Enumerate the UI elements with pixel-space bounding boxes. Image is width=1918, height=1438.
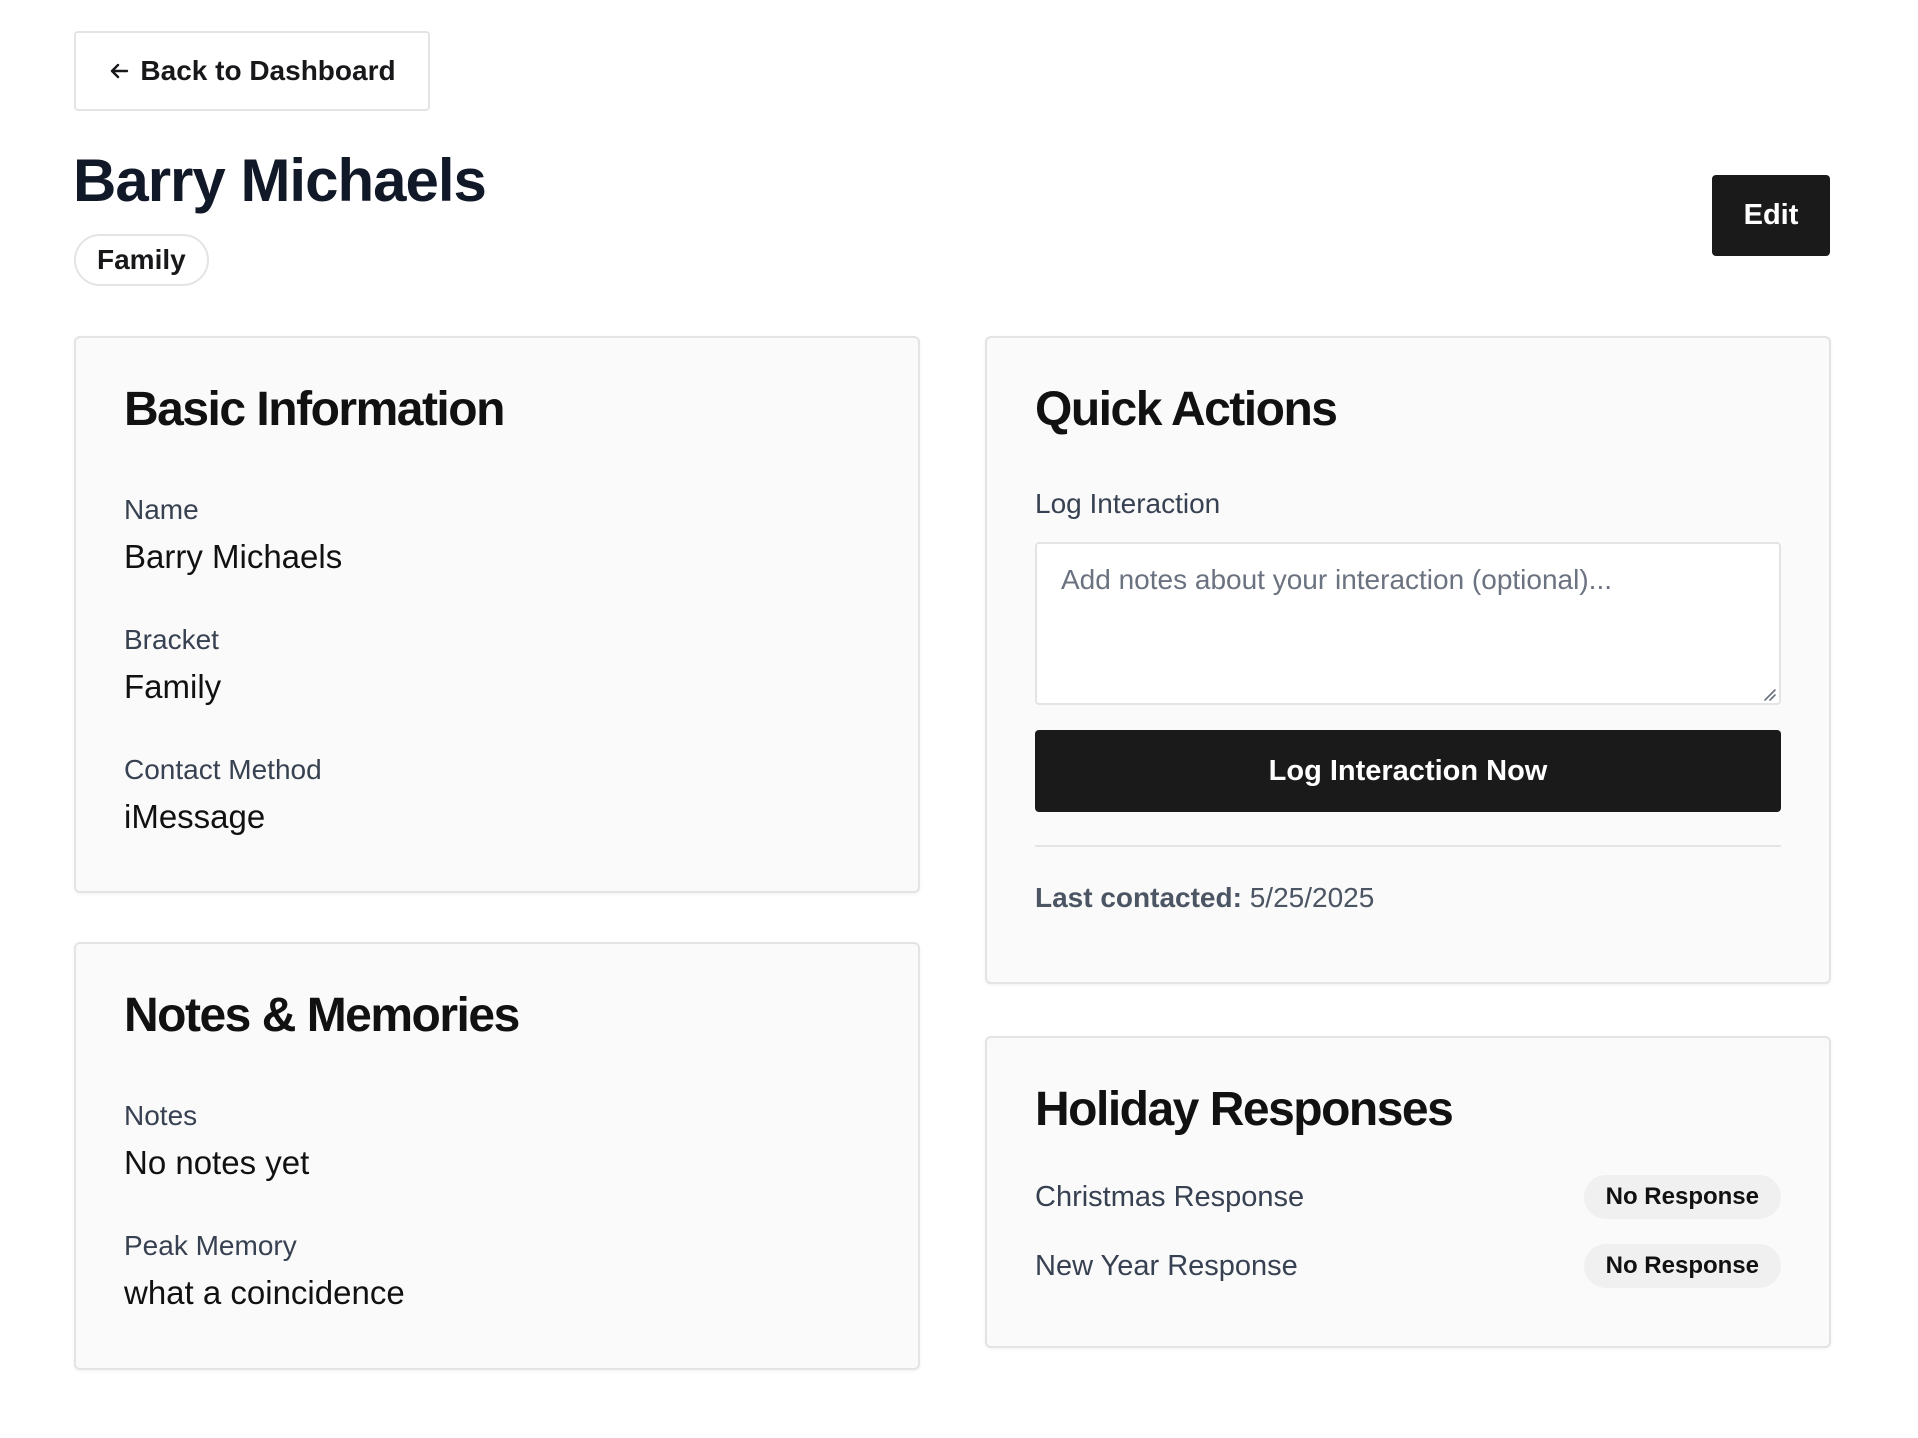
contact-detail-page: Back to Dashboard Barry Michaels Family …	[0, 0, 1918, 1438]
quick-actions-title: Quick Actions	[1035, 383, 1338, 436]
peak-memory-value: what a coincidence	[124, 1274, 405, 1311]
quick-actions-card: Quick Actions Log Interaction Log Intera…	[985, 336, 1831, 984]
christmas-status-badge: No Response	[1583, 1175, 1781, 1219]
back-button-label: Back to Dashboard	[140, 55, 396, 86]
divider	[1035, 845, 1781, 847]
christmas-response-label: Christmas Response	[1035, 1180, 1305, 1213]
edit-button[interactable]: Edit	[1712, 175, 1830, 256]
bracket-value: Family	[124, 668, 222, 705]
log-interaction-now-button[interactable]: Log Interaction Now	[1035, 730, 1781, 812]
arrow-left-icon	[108, 60, 130, 82]
notes-memories-card: Notes & Memories Notes No notes yet Peak…	[74, 942, 920, 1370]
notes-memories-title: Notes & Memories	[124, 989, 520, 1042]
holiday-responses-card: Holiday Responses Christmas Response No …	[985, 1036, 1831, 1348]
name-label: Name	[124, 494, 199, 525]
page-title: Barry Michaels	[73, 147, 487, 214]
contact-method-value: iMessage	[124, 798, 266, 835]
holiday-responses-title: Holiday Responses	[1035, 1083, 1454, 1136]
new-year-response-label: New Year Response	[1035, 1249, 1298, 1282]
basic-information-title: Basic Information	[124, 383, 505, 436]
last-contacted-value: 5/25/2025	[1249, 882, 1375, 913]
notes-value: No notes yet	[124, 1144, 310, 1181]
christmas-response-row: Christmas Response No Response	[1035, 1174, 1781, 1220]
basic-information-card: Basic Information Name Barry Michaels Br…	[74, 336, 920, 893]
resize-grip-icon[interactable]	[1761, 686, 1777, 702]
notes-label: Notes	[124, 1100, 198, 1131]
peak-memory-label: Peak Memory	[124, 1230, 297, 1261]
new-year-status-badge: No Response	[1583, 1244, 1781, 1288]
last-contacted: Last contacted: 5/25/2025	[1035, 882, 1374, 914]
bracket-label: Bracket	[124, 624, 219, 655]
interaction-notes-input[interactable]	[1035, 542, 1781, 705]
last-contacted-label: Last contacted:	[1035, 882, 1242, 913]
bracket-badge: Family	[74, 234, 209, 286]
log-interaction-label: Log Interaction	[1035, 488, 1221, 519]
back-to-dashboard-button[interactable]: Back to Dashboard	[74, 31, 430, 111]
contact-method-label: Contact Method	[124, 754, 322, 785]
name-value: Barry Michaels	[124, 538, 343, 575]
new-year-response-row: New Year Response No Response	[1035, 1243, 1781, 1289]
